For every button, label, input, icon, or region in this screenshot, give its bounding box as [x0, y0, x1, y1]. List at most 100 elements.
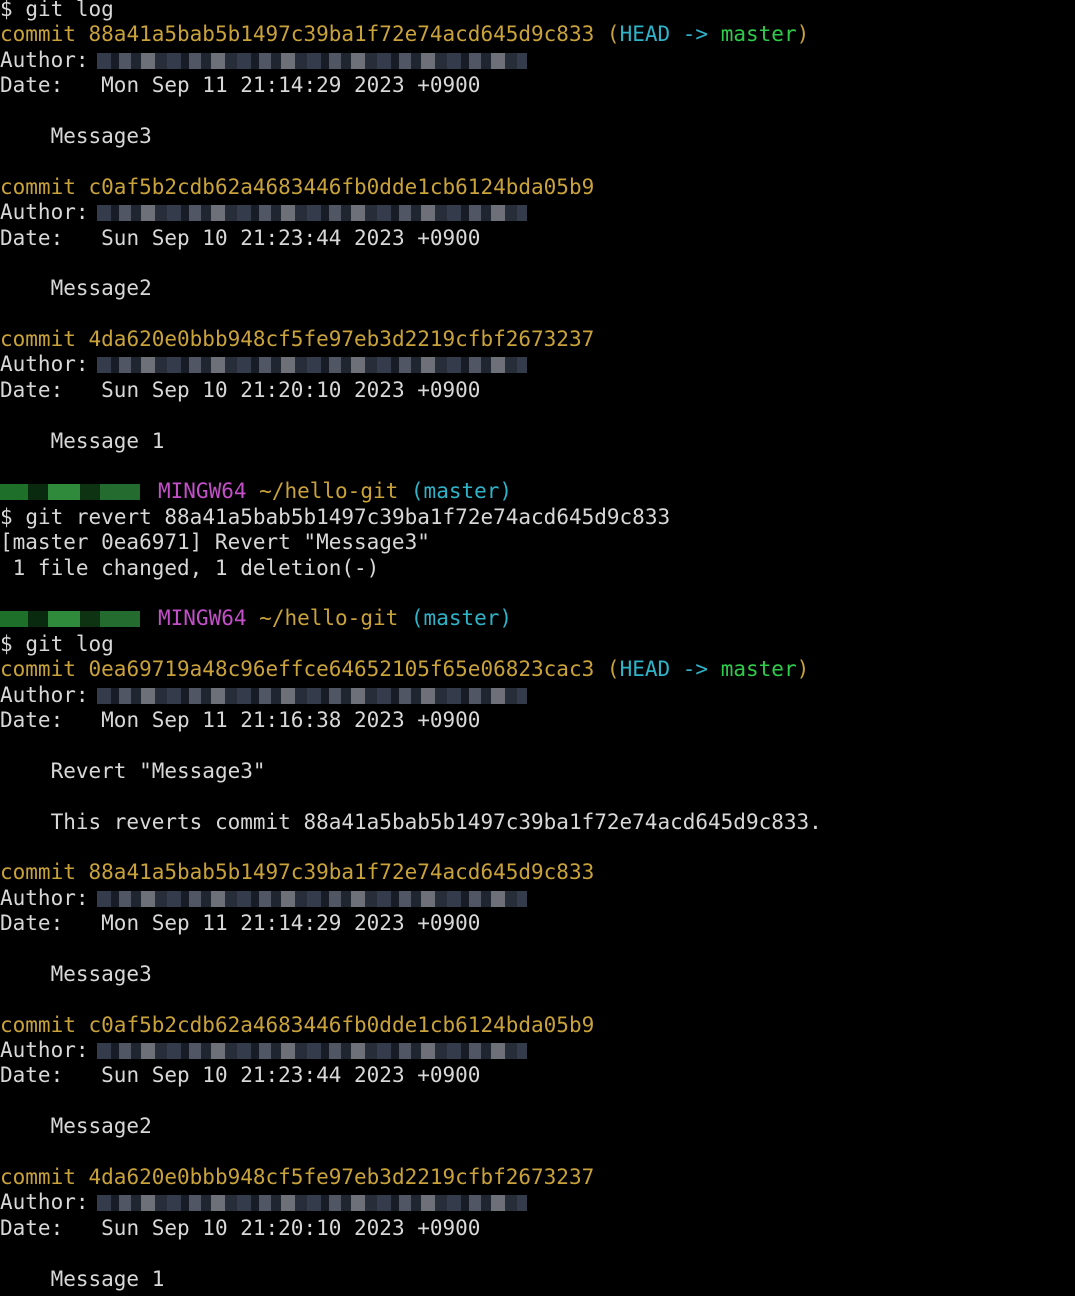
commit-line: commit 0ea69719a48c96effce64652105f65e06… — [0, 657, 1075, 682]
branch-ref: master — [720, 657, 797, 682]
author-label: Author: — [0, 1038, 89, 1063]
commit-message-text: This reverts commit 88a41a5bab5b1497c39b… — [50, 809, 822, 834]
cwd-path: ~/hello-git — [259, 606, 399, 631]
author-line: Author: — [0, 200, 1075, 225]
date-value: Sun Sep 10 21:20:10 2023 +0900 — [101, 1215, 481, 1240]
commit-label: commit — [0, 1164, 76, 1189]
author-label: Author: — [0, 682, 89, 707]
date-label: Date: — [0, 377, 64, 402]
redacted-author-block — [96, 205, 527, 222]
author-label: Author: — [0, 47, 89, 72]
author-label: Author: — [0, 352, 89, 377]
prompt-symbol: $ — [0, 0, 13, 21]
redacted-author-block — [96, 52, 527, 69]
redacted-author-block — [96, 890, 527, 907]
date-line: Date: Mon Sep 11 21:14:29 2023 +0900 — [0, 73, 1075, 98]
author-line: Author: — [0, 48, 1075, 73]
commit-hash: 88a41a5bab5b1497c39ba1f72e74acd645d9c833 — [88, 22, 595, 47]
author-line: Author: — [0, 886, 1075, 911]
cwd-path: ~/hello-git — [259, 479, 399, 504]
shell-prompt-line: MINGW64 ~/hello-git (master) — [0, 606, 1075, 631]
commit-message: Message 1 — [0, 429, 1075, 454]
commit-label: commit — [0, 860, 76, 885]
commit-line: commit 88a41a5bab5b1497c39ba1f72e74acd64… — [0, 860, 1075, 885]
command-line: $ git revert 88a41a5bab5b1497c39ba1f72e7… — [0, 505, 1075, 530]
date-label: Date: — [0, 911, 64, 936]
commit-label: commit — [0, 22, 76, 47]
commit-label: commit — [0, 174, 76, 199]
date-label: Date: — [0, 73, 64, 98]
commit-hash: 4da620e0bbb948cf5fe97eb3d2219cfbf2673237 — [88, 327, 595, 352]
ref-close-paren: ) — [796, 657, 810, 682]
date-value: Sun Sep 10 21:23:44 2023 +0900 — [101, 225, 481, 250]
output-line: 1 file changed, 1 deletion(-) — [0, 556, 1075, 581]
command-line: $ git log — [0, 632, 1075, 657]
author-line: Author: — [0, 683, 1075, 708]
date-label: Date: — [0, 225, 64, 250]
commit-message: Message2 — [0, 276, 1075, 301]
branch-indicator: (master) — [410, 606, 513, 631]
commit-hash: c0af5b2cdb62a4683446fb0dde1cb6124bda05b9 — [88, 1012, 595, 1037]
commit-line: commit c0af5b2cdb62a4683446fb0dde1cb6124… — [0, 175, 1075, 200]
commit-message: This reverts commit 88a41a5bab5b1497c39b… — [0, 810, 1075, 835]
date-value: Mon Sep 11 21:16:38 2023 +0900 — [101, 707, 481, 732]
commit-label: commit — [0, 657, 76, 682]
commit-message-text: Message 1 — [50, 1266, 165, 1291]
date-value: Mon Sep 11 21:14:29 2023 +0900 — [101, 73, 481, 98]
commit-message-text: Message 1 — [50, 428, 165, 453]
commit-line: commit 4da620e0bbb948cf5fe97eb3d2219cfbf… — [0, 1165, 1075, 1190]
env-label: MINGW64 — [158, 606, 247, 631]
commit-message: Message 1 — [0, 1267, 1075, 1292]
prompt-symbol: $ — [0, 504, 13, 529]
commit-label: commit — [0, 1012, 76, 1037]
date-line: Date: Sun Sep 10 21:20:10 2023 +0900 — [0, 378, 1075, 403]
commit-hash: 88a41a5bab5b1497c39ba1f72e74acd645d9c833 — [88, 860, 595, 885]
redacted-author-block — [96, 1195, 527, 1212]
redacted-host-block — [0, 484, 140, 501]
ref-open-paren: ( — [606, 22, 620, 47]
command-text: git revert 88a41a5bab5b1497c39ba1f72e74a… — [25, 504, 671, 529]
date-label: Date: — [0, 1063, 64, 1088]
author-label: Author: — [0, 885, 89, 910]
branch-ref: master — [720, 22, 797, 47]
commit-message-text: Message3 — [50, 961, 152, 986]
date-line: Date: Sun Sep 10 21:23:44 2023 +0900 — [0, 226, 1075, 251]
commit-line: commit 88a41a5bab5b1497c39ba1f72e74acd64… — [0, 22, 1075, 47]
redacted-host-block — [0, 611, 140, 628]
commit-message-text: Message3 — [50, 123, 152, 148]
ref-close-paren: ) — [796, 22, 810, 47]
redacted-author-block — [96, 1043, 527, 1060]
commit-message: Message3 — [0, 962, 1075, 987]
redacted-author-block — [96, 357, 527, 374]
commit-message: Message3 — [0, 124, 1075, 149]
date-value: Mon Sep 11 21:14:29 2023 +0900 — [101, 911, 481, 936]
commit-message: Revert "Message3" — [0, 759, 1075, 784]
commit-hash: 0ea69719a48c96effce64652105f65e06823cac3 — [88, 657, 595, 682]
terminal-output[interactable]: $ git log commit 88a41a5bab5b1497c39ba1f7… — [0, 0, 1075, 1292]
output-text: 1 file changed, 1 deletion(-) — [0, 555, 380, 580]
commit-message: Message2 — [0, 1114, 1075, 1139]
author-line: Author: — [0, 1190, 1075, 1215]
commit-message-text: Message2 — [50, 1114, 152, 1139]
prompt-symbol: $ — [0, 631, 13, 656]
command-line: $ git log — [0, 0, 1075, 22]
env-label: MINGW64 — [158, 479, 247, 504]
output-text: [master 0ea6971] Revert "Message3" — [0, 530, 430, 555]
author-line: Author: — [0, 352, 1075, 377]
commit-line: commit 4da620e0bbb948cf5fe97eb3d2219cfbf… — [0, 327, 1075, 352]
date-value: Sun Sep 10 21:23:44 2023 +0900 — [101, 1063, 481, 1088]
head-ref: HEAD -> — [619, 22, 709, 47]
date-value: Sun Sep 10 21:20:10 2023 +0900 — [101, 377, 481, 402]
output-line: [master 0ea6971] Revert "Message3" — [0, 530, 1075, 555]
